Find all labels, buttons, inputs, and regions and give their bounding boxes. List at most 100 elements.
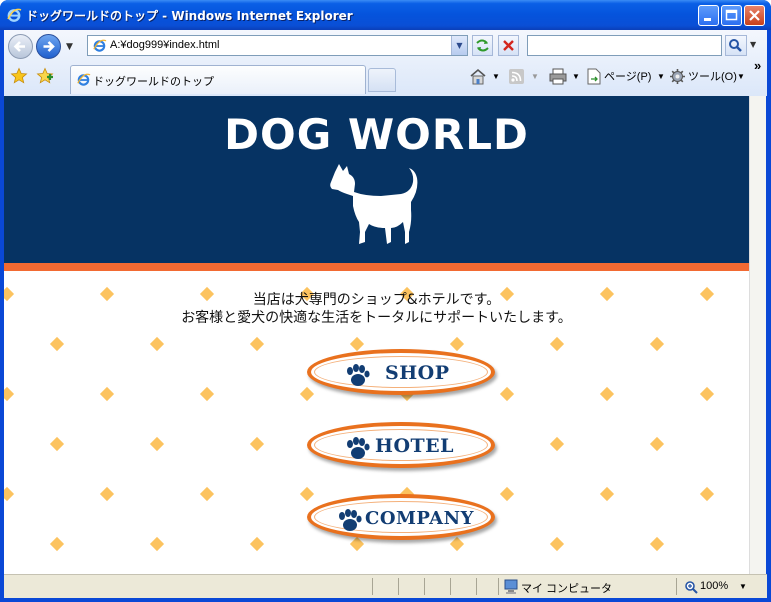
decorative-diamond	[549, 536, 565, 552]
tools-menu[interactable]: ツール(O)	[688, 68, 737, 84]
dog-silhouette-icon	[330, 164, 418, 244]
accent-band	[4, 263, 749, 271]
site-title: DOG WORLD	[224, 110, 529, 159]
tab-active[interactable]: ドッグワールドのトップ	[70, 65, 366, 94]
decorative-diamond	[599, 486, 615, 502]
stop-button[interactable]	[498, 35, 519, 56]
page-ie-icon	[93, 39, 107, 52]
decorative-diamond	[249, 536, 265, 552]
search-icon	[729, 39, 742, 52]
decorative-diamond	[4, 486, 15, 502]
refresh-icon	[476, 39, 489, 52]
search-button[interactable]	[725, 35, 747, 56]
status-divider	[398, 578, 399, 595]
status-divider	[424, 578, 425, 595]
zoom-dropdown[interactable]: ▼	[739, 582, 747, 591]
feeds-icon[interactable]	[509, 69, 524, 84]
decorative-diamond	[649, 336, 665, 352]
search-options-dropdown[interactable]: ▼	[750, 40, 756, 49]
search-input[interactable]	[527, 35, 722, 56]
decorative-diamond	[99, 386, 115, 402]
decorative-diamond	[549, 436, 565, 452]
vertical-scrollbar[interactable]	[749, 96, 766, 574]
status-bar: マイ コンピュータ 100% ▼	[4, 574, 767, 598]
browser-toolbar: ▼ A:¥dog999¥index.html ▼ ▼ ドッグワールドのトップ ▼…	[4, 30, 767, 96]
zoom-level[interactable]: 100%	[700, 580, 728, 592]
new-tab-button[interactable]	[368, 68, 396, 92]
decorative-diamond	[49, 436, 65, 452]
status-divider	[676, 578, 677, 595]
add-favorites-icon[interactable]	[36, 67, 54, 85]
decorative-diamond	[549, 336, 565, 352]
forward-button[interactable]	[36, 34, 61, 59]
paw-icon	[339, 509, 362, 531]
stop-icon	[503, 40, 514, 51]
tab-ie-icon	[77, 73, 91, 86]
my-computer-icon	[504, 579, 518, 594]
decorative-diamond	[249, 336, 265, 352]
favorites-star-icon[interactable]	[10, 67, 28, 85]
address-bar[interactable]: A:¥dog999¥index.html ▼	[87, 35, 468, 56]
address-dropdown[interactable]: ▼	[451, 36, 467, 55]
decorative-diamond	[149, 336, 165, 352]
decorative-diamond	[449, 336, 465, 352]
refresh-button[interactable]	[472, 35, 493, 56]
company-button[interactable]: COMPANY	[307, 494, 495, 540]
status-divider	[476, 578, 477, 595]
browser-window: ドッグワールドのトップ - Windows Internet Explorer …	[0, 0, 771, 602]
page-menu-dropdown-icon: ▼	[657, 72, 665, 81]
company-button-label: COMPANY	[365, 508, 474, 529]
paw-icon	[347, 437, 370, 459]
decorative-diamond	[149, 536, 165, 552]
intro-line-1: 当店は犬専門のショップ&ホテルです。	[252, 292, 501, 308]
decorative-diamond	[649, 536, 665, 552]
shop-button-label: SHOP	[385, 362, 450, 384]
decorative-diamond	[199, 386, 215, 402]
decorative-diamond	[299, 386, 315, 402]
decorative-diamond	[149, 436, 165, 452]
close-button[interactable]	[744, 5, 765, 26]
address-text[interactable]: A:¥dog999¥index.html	[110, 39, 219, 51]
tab-title: ドッグワールドのトップ	[93, 76, 214, 88]
page-content: DOG WORLD 当店は犬専門のショップ&ホテルです。 お客様と愛犬の快適な生…	[4, 96, 749, 574]
decorative-diamond	[499, 486, 515, 502]
back-arrow-icon	[13, 41, 25, 52]
decorative-diamond	[499, 386, 515, 402]
maximize-button[interactable]	[721, 5, 742, 26]
title-bar: ドッグワールドのトップ - Windows Internet Explorer	[0, 0, 771, 30]
print-icon[interactable]	[549, 68, 567, 85]
status-divider	[372, 578, 373, 595]
decorative-diamond	[49, 536, 65, 552]
zoom-icon	[685, 581, 698, 594]
home-dropdown[interactable]: ▼	[492, 72, 500, 81]
decorative-diamond	[699, 386, 715, 402]
page-menu[interactable]: ページ(P)	[604, 68, 651, 84]
forward-arrow-icon	[43, 41, 55, 52]
decorative-diamond	[299, 486, 315, 502]
decorative-diamond	[249, 436, 265, 452]
security-zone-label: マイ コンピュータ	[521, 583, 613, 595]
decorative-diamond	[649, 436, 665, 452]
back-button[interactable]	[8, 34, 33, 59]
window-title: ドッグワールドのトップ - Windows Internet Explorer	[26, 9, 353, 23]
decorative-diamond	[199, 486, 215, 502]
hotel-button-label: HOTEL	[375, 435, 454, 457]
shop-button[interactable]: SHOP	[307, 349, 495, 395]
tools-gear-icon	[670, 69, 685, 84]
minimize-button[interactable]	[698, 5, 719, 26]
maximize-icon	[725, 9, 738, 21]
decorative-diamond	[699, 486, 715, 502]
decorative-diamond	[349, 536, 365, 552]
recent-pages-dropdown[interactable]: ▼	[66, 42, 73, 52]
page-icon	[587, 68, 601, 85]
decorative-diamond	[4, 386, 15, 402]
print-dropdown[interactable]: ▼	[572, 72, 580, 81]
feeds-dropdown[interactable]: ▼	[531, 72, 539, 81]
minimize-icon	[704, 18, 711, 21]
toolbar-overflow-chevron[interactable]: »	[754, 58, 761, 73]
hotel-button[interactable]: HOTEL	[307, 422, 495, 468]
decorative-diamond	[449, 536, 465, 552]
site-banner: DOG WORLD	[4, 96, 749, 263]
home-icon[interactable]	[469, 68, 487, 85]
decorative-diamond	[49, 336, 65, 352]
